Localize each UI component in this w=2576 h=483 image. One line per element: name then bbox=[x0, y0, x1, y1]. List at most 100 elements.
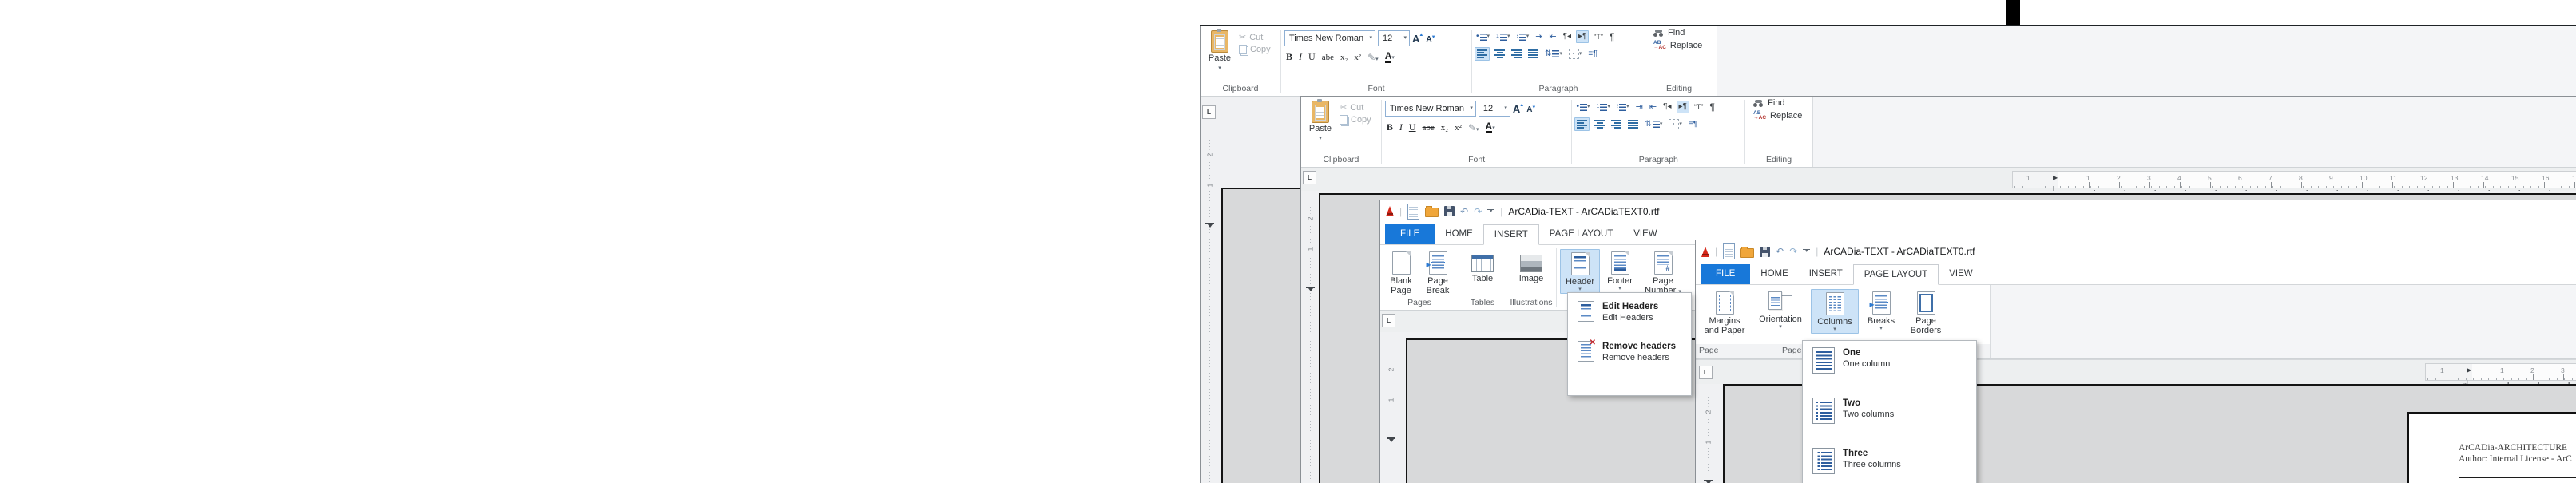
save-icon[interactable] bbox=[1760, 247, 1770, 257]
grow-font-button[interactable]: A▲ bbox=[1412, 33, 1423, 45]
menu-item-one-column[interactable]: OneOne column bbox=[1803, 344, 1976, 377]
justify-button[interactable] bbox=[1626, 118, 1640, 130]
increase-indent-button[interactable]: ⇥ bbox=[1634, 101, 1645, 113]
justify-button[interactable] bbox=[1526, 48, 1540, 60]
decrease-indent-button[interactable]: ⇤ bbox=[1648, 101, 1658, 113]
decrease-indent-button[interactable]: ⇤ bbox=[1547, 31, 1558, 42]
subscript-button[interactable]: x₂ bbox=[1340, 53, 1348, 62]
superscript-button[interactable]: x² bbox=[1354, 53, 1361, 62]
tab-view[interactable]: VIEW bbox=[1623, 224, 1667, 244]
line-spacing-button[interactable]: ⇅▾ bbox=[1643, 119, 1664, 130]
font-size-select[interactable]: 12▾ bbox=[1479, 101, 1510, 117]
tab-file[interactable]: FILE bbox=[1701, 264, 1750, 284]
tab-page-layout[interactable]: PAGE LAYOUT bbox=[1853, 264, 1939, 285]
tab-selector-box[interactable]: L bbox=[1202, 105, 1216, 119]
tab-selector-box[interactable]: L bbox=[1382, 314, 1395, 327]
quotation-button[interactable]: “T” bbox=[1592, 31, 1605, 42]
numbered-list-button[interactable]: 1▾ bbox=[1494, 31, 1511, 42]
ltr-paragraph-button[interactable]: ▸¶ bbox=[1677, 101, 1689, 113]
bullet-list-button[interactable]: •▾ bbox=[1475, 31, 1491, 42]
redo-icon[interactable]: ↷ bbox=[1789, 247, 1797, 256]
quick-access-chevron-icon[interactable]: ▾ bbox=[1803, 249, 1810, 254]
copy-button[interactable]: Copy bbox=[1340, 115, 1371, 125]
breaks-button[interactable]: ▶ Breaks ▾ bbox=[1861, 289, 1901, 332]
font-name-select[interactable]: Times New Roman▾ bbox=[1284, 30, 1375, 46]
paragraph-settings-button[interactable]: ≡¶ bbox=[1586, 49, 1598, 60]
save-icon[interactable] bbox=[1444, 206, 1455, 216]
underline-button[interactable]: U bbox=[1409, 121, 1416, 133]
pilcrow-button[interactable]: ¶ bbox=[1708, 101, 1716, 113]
menu-item-two-columns[interactable]: TwoTwo columns bbox=[1803, 394, 1976, 427]
tab-insert[interactable]: INSERT bbox=[1799, 264, 1853, 284]
window4-title-bar[interactable]: | ↶ ↷ ▾ | ArCADia-TEXT - ArCADiaTEXT0.rt… bbox=[1696, 240, 2576, 263]
table-button[interactable]: Table bbox=[1463, 249, 1502, 285]
undo-icon[interactable]: ↶ bbox=[1776, 247, 1784, 256]
horizontal-ruler[interactable]: 1▶→|1L2L3L4L5L6L7L8L9L10L11L12L13L14L15L… bbox=[2012, 171, 2576, 188]
margins-and-paper-button[interactable]: Margins and Paper bbox=[1699, 289, 1750, 336]
highlight-pen-button[interactable]: ✎▾ bbox=[1468, 122, 1479, 133]
align-left-button[interactable] bbox=[1574, 117, 1590, 131]
image-button[interactable]: Image bbox=[1510, 249, 1553, 285]
blank-page-button[interactable]: Blank Page bbox=[1383, 249, 1419, 296]
undo-icon[interactable]: ↶ bbox=[1460, 207, 1468, 216]
highlight-pen-button[interactable]: ✎▾ bbox=[1367, 52, 1379, 63]
tab-home[interactable]: HOME bbox=[1750, 264, 1799, 284]
new-document-icon[interactable] bbox=[1723, 243, 1735, 259]
align-center-button[interactable] bbox=[1493, 48, 1506, 60]
tab-page-layout[interactable]: PAGE LAYOUT bbox=[1539, 224, 1623, 244]
bold-button[interactable]: B bbox=[1387, 121, 1393, 133]
cut-button[interactable]: ✂Cut bbox=[1239, 32, 1271, 42]
italic-button[interactable]: I bbox=[1299, 51, 1302, 63]
paste-button[interactable]: Paste▾ bbox=[1204, 30, 1236, 72]
document-page[interactable]: ArCADia-ARCHITECTURE Author: Internal Li… bbox=[2407, 412, 2576, 483]
align-center-button[interactable] bbox=[1593, 118, 1606, 130]
page-borders-button[interactable]: Page Borders bbox=[1903, 289, 1948, 336]
vertical-ruler[interactable]: 21 bbox=[1702, 397, 1715, 473]
font-name-select[interactable]: Times New Roman▾ bbox=[1385, 101, 1476, 117]
underline-button[interactable]: U bbox=[1308, 51, 1316, 63]
find-button[interactable]: Find bbox=[1753, 98, 1784, 108]
vertical-ruler[interactable]: 21 bbox=[1304, 204, 1317, 481]
shrink-font-button[interactable]: A▼ bbox=[1526, 105, 1536, 114]
rtl-paragraph-button[interactable]: ¶◂ bbox=[1562, 31, 1573, 42]
align-right-button[interactable] bbox=[1510, 48, 1523, 60]
page-number-button[interactable]: # Page Number ▾ bbox=[1640, 249, 1686, 296]
paragraph-settings-button[interactable]: ≡¶ bbox=[1687, 119, 1699, 130]
quotation-button[interactable]: “T” bbox=[1693, 101, 1705, 113]
columns-button[interactable]: Columns ▾ bbox=[1811, 289, 1859, 334]
tab-insert[interactable]: INSERT bbox=[1483, 224, 1539, 245]
tab-selector-box[interactable]: L bbox=[1699, 366, 1713, 379]
ltr-paragraph-button[interactable]: ▸¶ bbox=[1576, 30, 1589, 43]
orientation-button[interactable]: Orientation ▾ bbox=[1752, 289, 1808, 331]
font-color-button[interactable]: A▾ bbox=[1486, 122, 1495, 133]
bullet-list-button[interactable]: •▾ bbox=[1574, 101, 1591, 113]
find-button[interactable]: Find bbox=[1653, 28, 1685, 38]
redo-icon[interactable]: ↷ bbox=[1474, 207, 1482, 216]
borders-button[interactable]: ▾ bbox=[1667, 118, 1684, 130]
cut-button[interactable]: ✂Cut bbox=[1340, 102, 1371, 113]
grow-font-button[interactable]: A▲ bbox=[1513, 103, 1524, 115]
align-left-button[interactable] bbox=[1475, 47, 1490, 61]
tab-home[interactable]: HOME bbox=[1435, 224, 1483, 244]
tab-file[interactable]: FILE bbox=[1385, 224, 1435, 244]
font-color-button[interactable]: A▾ bbox=[1385, 52, 1395, 63]
tab-selector-box[interactable]: L bbox=[1303, 171, 1316, 184]
borders-button[interactable]: ▾ bbox=[1567, 48, 1584, 60]
pilcrow-button[interactable]: ¶ bbox=[1608, 31, 1616, 42]
shrink-font-button[interactable]: A▼ bbox=[1426, 35, 1435, 44]
multilevel-list-button[interactable]: ⁝▾ bbox=[1514, 31, 1530, 42]
quick-access-chevron-icon[interactable]: ▾ bbox=[1487, 209, 1494, 214]
strikethrough-button[interactable]: abe bbox=[1423, 123, 1435, 133]
multilevel-list-button[interactable]: ⁝▾ bbox=[1615, 101, 1631, 113]
align-right-button[interactable] bbox=[1610, 118, 1623, 130]
superscript-button[interactable]: x² bbox=[1455, 123, 1462, 133]
font-size-select[interactable]: 12▾ bbox=[1378, 30, 1410, 46]
increase-indent-button[interactable]: ⇥ bbox=[1534, 31, 1544, 42]
open-folder-icon[interactable] bbox=[1740, 248, 1754, 258]
footer-button[interactable]: Footer ▾ bbox=[1602, 249, 1638, 292]
new-document-icon[interactable] bbox=[1407, 204, 1419, 220]
replace-button[interactable]: AB→ACReplace bbox=[1753, 111, 1802, 121]
window3-title-bar[interactable]: | ↶ ↷ ▾ | ArCADia-TEXT - ArCADiaTEXT0.rt… bbox=[1380, 200, 2576, 222]
vertical-ruler[interactable]: 21 bbox=[1204, 140, 1217, 483]
menu-item-edit-headers[interactable]: Edit HeadersEdit Headers bbox=[1568, 298, 1691, 327]
